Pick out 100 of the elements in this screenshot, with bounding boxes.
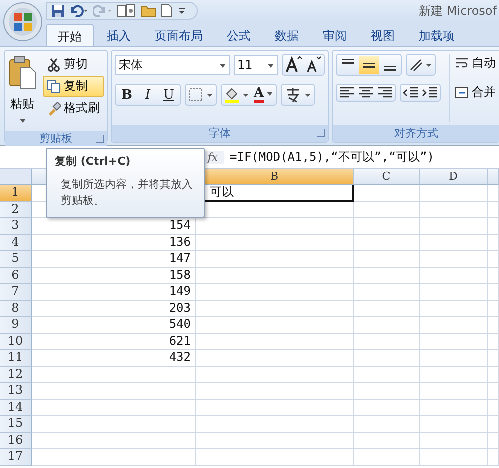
wrap-text-button[interactable]: 自动 xyxy=(454,54,497,73)
table-cell xyxy=(488,218,499,234)
table-cell xyxy=(354,234,420,251)
merge-button[interactable]: 合并 xyxy=(454,83,497,102)
table-cell xyxy=(420,268,488,284)
table-cell xyxy=(488,251,499,268)
table-cell xyxy=(488,268,499,284)
document-icon[interactable] xyxy=(117,4,137,18)
table-cell: 136 xyxy=(32,234,196,251)
row-header[interactable]: 11 xyxy=(0,350,32,366)
row-header[interactable]: 13 xyxy=(0,383,32,400)
align-right-icon[interactable] xyxy=(376,86,394,100)
brush-icon xyxy=(47,102,61,116)
save-icon[interactable] xyxy=(51,4,65,18)
row-header[interactable]: 4 xyxy=(0,234,32,251)
table-cell xyxy=(420,300,488,317)
align-center-icon[interactable] xyxy=(357,86,375,100)
table-cell: 432 xyxy=(32,350,196,366)
copy-icon xyxy=(47,80,61,94)
table-cell xyxy=(420,234,488,251)
table-cell: 203 xyxy=(32,300,196,317)
format-button[interactable]: B xyxy=(117,86,137,104)
paste-button[interactable]: 粘贴 xyxy=(8,54,37,128)
table-cell xyxy=(354,284,420,300)
shrink-font-icon[interactable] xyxy=(305,56,323,74)
dialog-launcher-icon[interactable] xyxy=(96,135,104,143)
row-header[interactable]: 15 xyxy=(0,416,32,432)
align-button[interactable] xyxy=(359,56,379,74)
table-cell xyxy=(488,350,499,366)
decrease-indent-icon[interactable] xyxy=(402,86,420,100)
table-cell xyxy=(488,185,499,202)
row-header[interactable]: 17 xyxy=(0,449,32,466)
ribbon-tab[interactable]: 插入 xyxy=(96,24,142,46)
table-cell xyxy=(488,366,499,383)
table-cell xyxy=(354,334,420,350)
table-cell xyxy=(488,334,499,350)
format-button[interactable]: I xyxy=(138,86,158,104)
tooltip-title: 复制 (Ctrl+C) xyxy=(55,154,132,169)
grow-font-icon[interactable] xyxy=(284,56,304,74)
table-cell xyxy=(420,334,488,350)
align-top-icon xyxy=(342,59,354,64)
column-header[interactable]: D xyxy=(420,169,488,185)
table-cell: 149 xyxy=(32,284,196,300)
ribbon-tab[interactable]: 加载项 xyxy=(408,24,466,46)
column-header[interactable]: C xyxy=(354,169,420,185)
ribbon-button[interactable]: 剪切 xyxy=(43,54,104,75)
table-cell xyxy=(354,449,420,466)
row-header[interactable]: 9 xyxy=(0,317,32,334)
table-cell xyxy=(354,432,420,449)
align-left-icon[interactable] xyxy=(338,86,356,100)
table-cell xyxy=(420,350,488,366)
row-header[interactable]: 2 xyxy=(0,202,32,218)
ribbon-tab[interactable]: 数据 xyxy=(264,24,310,46)
table-cell xyxy=(354,218,420,234)
row-header[interactable]: 3 xyxy=(0,218,32,234)
row-header[interactable]: 1 xyxy=(0,185,32,202)
undo-icon[interactable] xyxy=(69,4,89,18)
row-header[interactable]: 10 xyxy=(0,334,32,350)
row-header[interactable]: 16 xyxy=(0,432,32,449)
fill-color-icon[interactable] xyxy=(223,86,251,104)
font-size-field[interactable]: 11 xyxy=(234,55,278,75)
table-cell xyxy=(354,400,420,416)
tooltip-text: 复制所选内容，并将其放入剪贴板。 xyxy=(60,177,194,209)
ribbon-tab[interactable]: 视图 xyxy=(360,24,406,46)
folder-icon[interactable] xyxy=(141,4,157,18)
new-document-icon[interactable] xyxy=(161,4,173,18)
window-title: 新建 Microsof xyxy=(419,2,497,20)
ribbon-tab[interactable]: 开始 xyxy=(46,24,94,46)
group-label: 对齐方式 xyxy=(394,126,438,141)
wrap-icon xyxy=(455,56,469,70)
increase-indent-icon[interactable] xyxy=(421,86,439,100)
row-header[interactable]: 7 xyxy=(0,284,32,300)
ribbon-tab[interactable]: 页面布局 xyxy=(144,24,214,46)
row-header[interactable]: 12 xyxy=(0,366,32,383)
table-cell xyxy=(488,449,499,466)
table-cell xyxy=(420,202,488,218)
row-header[interactable]: 8 xyxy=(0,300,32,317)
table-cell xyxy=(354,416,420,432)
formula-field[interactable]: =IF(MOD(A1,5),“不可以”,“可以”) xyxy=(224,148,434,166)
merge-icon xyxy=(455,86,469,100)
row-header[interactable]: 6 xyxy=(0,268,32,284)
font-name-field[interactable]: 宋体 xyxy=(115,55,230,75)
ribbon-tab[interactable]: 审阅 xyxy=(312,24,358,46)
dialog-launcher-icon[interactable] xyxy=(317,129,325,137)
ribbon-button[interactable]: 格式刷 xyxy=(43,98,104,119)
row-header[interactable]: 5 xyxy=(0,251,32,268)
table-cell xyxy=(354,185,420,202)
format-button[interactable]: U xyxy=(159,86,179,104)
border-icon[interactable] xyxy=(187,86,215,104)
row-header[interactable]: 14 xyxy=(0,400,32,416)
table-cell xyxy=(354,366,420,383)
group-label: 字体 xyxy=(209,126,231,141)
table-cell xyxy=(488,284,499,300)
table-cell xyxy=(354,251,420,268)
ribbon-button[interactable]: 复制 xyxy=(43,76,104,97)
ribbon-tab[interactable]: 公式 xyxy=(216,24,262,46)
table-cell xyxy=(420,251,488,268)
align-bottom-icon xyxy=(384,66,396,71)
table-cell xyxy=(354,268,420,284)
table-cell xyxy=(354,202,420,218)
